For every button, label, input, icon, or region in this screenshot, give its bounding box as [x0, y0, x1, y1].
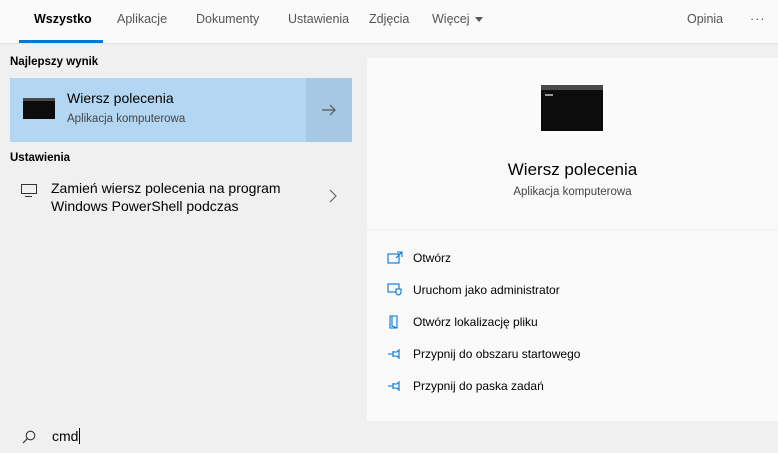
search-input[interactable]: cmd	[52, 428, 81, 444]
arrow-right-icon	[322, 104, 336, 116]
tab-photos[interactable]: Zdjęcia	[369, 12, 409, 26]
best-match-open[interactable]: Wiersz polecenia Aplikacja komputerowa	[10, 78, 306, 142]
tab-documents[interactable]: Dokumenty	[196, 12, 259, 26]
feedback-link[interactable]: Opinia	[687, 12, 723, 26]
tab-more-label: Więcej	[432, 12, 470, 26]
chevron-right-icon	[329, 189, 337, 203]
best-match-header: Najlepszy wynik	[10, 56, 99, 68]
monitor-icon	[21, 184, 37, 197]
setting-result-label: Zamień wiersz polecenia na program Windo…	[51, 180, 281, 214]
command-prompt-icon	[23, 98, 55, 119]
command-prompt-icon	[541, 85, 603, 131]
action-run-as-admin[interactable]: Uruchom jako administrator	[387, 280, 767, 302]
search-tabs-bar: Wszystko Aplikacje Dokumenty Ustawienia …	[0, 0, 778, 44]
action-pin-to-taskbar-label: Przypnij do paska zadań	[413, 379, 544, 393]
action-run-as-admin-label: Uruchom jako administrator	[413, 283, 560, 297]
action-pin-to-start-label: Przypnij do obszaru startowego	[413, 347, 581, 361]
details-subtitle: Aplikacja komputerowa	[513, 186, 632, 198]
best-match-result[interactable]: Wiersz polecenia Aplikacja komputerowa	[10, 78, 352, 142]
action-open-label: Otwórz	[413, 251, 452, 265]
action-pin-to-taskbar[interactable]: Przypnij do paska zadań	[387, 376, 767, 398]
chevron-down-icon	[474, 17, 483, 23]
best-match-title: Wiersz polecenia	[67, 90, 174, 106]
tab-settings[interactable]: Ustawienia	[288, 12, 349, 26]
open-icon	[387, 251, 403, 264]
details-title: Wiersz polecenia	[507, 160, 638, 179]
search-icon	[22, 430, 36, 444]
tab-more[interactable]: Więcej	[432, 12, 483, 26]
active-tab-indicator	[19, 40, 103, 43]
action-open-file-location-label: Otwórz lokalizację pliku	[413, 315, 538, 329]
settings-header: Ustawienia	[10, 152, 71, 164]
expand-details-button[interactable]	[306, 78, 352, 142]
more-options-button[interactable]: ···	[750, 12, 766, 26]
details-actions: Otwórz Uruchom jako administrator Otwórz…	[367, 230, 778, 421]
setting-result[interactable]: Zamień wiersz polecenia na program Windo…	[10, 172, 352, 224]
search-query: cmd	[52, 428, 79, 444]
pin-icon	[388, 348, 400, 360]
action-open-file-location[interactable]: Otwórz lokalizację pliku	[387, 312, 767, 334]
action-pin-to-start[interactable]: Przypnij do obszaru startowego	[387, 344, 767, 366]
run-as-admin-icon	[387, 283, 402, 296]
pin-icon	[388, 380, 400, 392]
details-header: Wiersz polecenia Aplikacja komputerowa	[367, 58, 778, 229]
text-cursor	[79, 428, 81, 444]
results-panel: Najlepszy wynik Wiersz polecenia Aplikac…	[0, 45, 352, 421]
file-location-icon	[389, 315, 398, 329]
best-match-subtitle: Aplikacja komputerowa	[67, 113, 186, 125]
tab-all[interactable]: Wszystko	[34, 12, 92, 26]
search-box[interactable]: cmd	[0, 421, 778, 453]
action-open[interactable]: Otwórz	[387, 248, 767, 270]
tab-apps[interactable]: Aplikacje	[117, 12, 167, 26]
